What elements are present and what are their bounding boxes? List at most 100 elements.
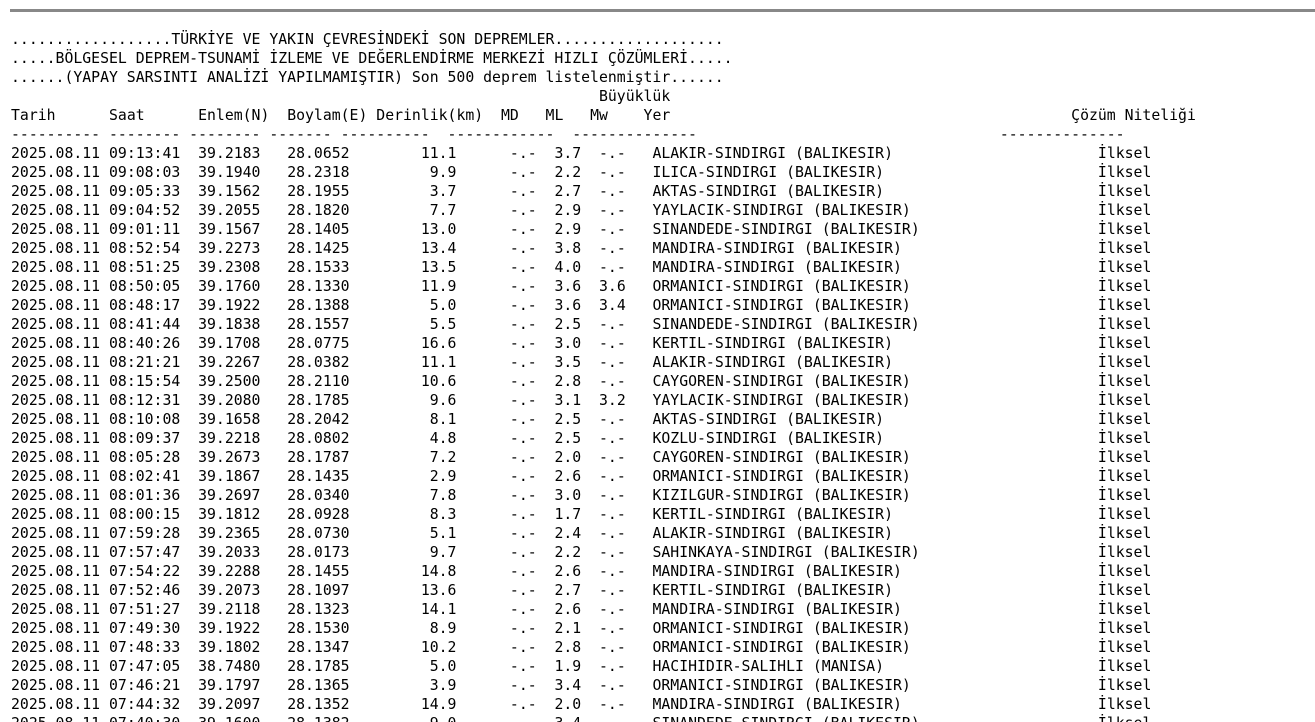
column-header-row: Tarih Saat Enlem(N) Boylam(E) Derinlik(k… (11, 106, 1196, 125)
col-header-depth: Derinlik(km) (376, 107, 501, 124)
quake-date: 2025.08.11 (11, 164, 109, 181)
quake-date: 2025.08.11 (11, 563, 109, 580)
quake-solution: İlksel (1097, 316, 1152, 333)
quake-row: 2025.08.11 09:08:03 39.1940 28.2318 9.9 … (11, 163, 1196, 182)
quake-row: 2025.08.11 07:54:22 39.2288 28.1455 14.8… (11, 562, 1196, 581)
quake-solution: İlksel (1098, 715, 1151, 722)
quake-lon: 28.1382 (287, 715, 376, 722)
quake-time: 07:44:32 (109, 696, 199, 713)
quake-solution: İlksel (1097, 487, 1152, 504)
quake-mw: -.- (599, 411, 653, 428)
quake-depth: 5.0 (376, 297, 510, 314)
quake-lat: 39.1567 (198, 221, 288, 238)
quake-date: 2025.08.11 (11, 145, 109, 162)
quake-place: MANDIRA-SINDIRGI (BALIKESIR) (652, 696, 1098, 713)
quake-solution: İlksel (1097, 696, 1152, 713)
quake-date: 2025.08.11 (11, 487, 109, 504)
quake-solution: İlksel (1097, 658, 1152, 675)
quake-lon: 28.1388 (287, 297, 377, 314)
quake-md: -.- (509, 221, 555, 238)
quake-md: -.- (509, 373, 555, 390)
quake-time: 08:01:36 (109, 487, 199, 504)
quake-depth: 7.7 (376, 202, 510, 219)
quake-ml: 2.5 (554, 430, 600, 447)
column-underline-row: ---------- -------- -------- ------- ---… (11, 126, 1125, 143)
quake-date: 2025.08.11 (11, 354, 109, 371)
quake-row: 2025.08.11 07:47:05 38.7480 28.1785 5.0 … (11, 657, 1196, 676)
quake-time: 09:04:52 (109, 202, 199, 219)
quake-depth: 9.7 (376, 544, 510, 561)
quake-mw: 3.2 (599, 392, 653, 409)
quake-place: ORMANICI-SINDIRGI (BALIKESIR) (652, 639, 1098, 656)
quake-lat: 39.1708 (198, 335, 288, 352)
quake-solution: İlksel (1097, 297, 1152, 314)
quake-depth: 14.9 (376, 696, 510, 713)
quake-lat: 39.1940 (198, 164, 288, 181)
col-header-place: Yer (643, 107, 1072, 124)
quake-date: 2025.08.11 (11, 392, 109, 409)
quake-depth: 9.6 (376, 392, 510, 409)
quake-lat: 39.1867 (198, 468, 288, 485)
quake-lon: 28.1425 (287, 240, 377, 257)
quake-solution: İlksel (1097, 601, 1152, 618)
quake-depth: 7.2 (376, 449, 510, 466)
quake-date: 2025.08.11 (11, 677, 109, 694)
quake-lat: 39.2055 (198, 202, 288, 219)
quake-solution: İlksel (1097, 335, 1152, 352)
quake-mw: -.- (599, 601, 653, 618)
quake-depth: 7.8 (376, 487, 510, 504)
quake-mw: -.- (599, 639, 653, 656)
quake-ml: 3.6 (554, 297, 600, 314)
quake-date: 2025.08.11 (11, 202, 109, 219)
quake-row: 2025.08.11 09:13:41 39.2183 28.0652 11.1… (11, 144, 1196, 163)
quake-lon: 28.1787 (287, 449, 377, 466)
page: ..................TÜRKİYE VE YAKIN ÇEVRE… (0, 0, 1315, 722)
quake-time: 08:48:17 (109, 297, 199, 314)
quake-time: 07:54:22 (109, 563, 199, 580)
quake-depth: 5.0 (376, 658, 510, 675)
quake-mw: -.- (599, 715, 652, 722)
quake-lat: 39.2183 (198, 145, 288, 162)
quake-ml: 1.9 (554, 658, 600, 675)
quake-lat: 39.1760 (198, 278, 288, 295)
quake-mw: -.- (599, 658, 653, 675)
quake-lat: 39.1658 (198, 411, 288, 428)
quake-md: -.- (509, 259, 555, 276)
quake-date: 2025.08.11 (11, 658, 109, 675)
quake-solution: İlksel (1097, 582, 1152, 599)
quake-ml: 3.0 (554, 487, 600, 504)
quake-ml: 3.6 (554, 278, 600, 295)
quake-ml: 2.6 (554, 601, 600, 618)
quake-md: -.- (509, 506, 555, 523)
quake-lon: 28.1405 (287, 221, 377, 238)
quake-time: 07:46:21 (109, 677, 199, 694)
quake-date: 2025.08.11 (11, 620, 109, 637)
quake-time: 09:01:11 (109, 221, 199, 238)
quake-time: 07:40:30 (109, 715, 198, 722)
quake-solution: İlksel (1097, 677, 1152, 694)
quake-md: -.- (509, 677, 555, 694)
quake-md: -.- (509, 544, 555, 561)
quake-lon: 28.0652 (287, 145, 377, 162)
quake-place: KOZLU-SINDIRGI (BALIKESIR) (652, 430, 1098, 447)
quake-depth: 8.3 (376, 506, 510, 523)
quake-place: ORMANICI-SINDIRGI (BALIKESIR) (652, 278, 1098, 295)
quake-place: ALAKIR-SINDIRGI (BALIKESIR) (652, 145, 1098, 162)
quake-lon: 28.1820 (287, 202, 377, 219)
quake-time: 08:21:21 (109, 354, 199, 371)
top-horizontal-rule (10, 9, 1315, 12)
quake-depth: 13.4 (376, 240, 510, 257)
quake-md: -.- (509, 145, 555, 162)
quake-place: ALAKIR-SINDIRGI (BALIKESIR) (652, 354, 1098, 371)
quake-row: 2025.08.11 08:21:21 39.2267 28.0382 11.1… (11, 353, 1196, 372)
quake-row: 2025.08.11 08:00:15 39.1812 28.0928 8.3 … (11, 505, 1196, 524)
quake-date: 2025.08.11 (11, 715, 109, 722)
quake-lon: 28.2110 (287, 373, 377, 390)
quake-mw: -.- (599, 430, 653, 447)
quake-ml: 2.5 (554, 316, 600, 333)
quake-place: SINANDEDE-SINDIRGI (BALIKESIR) (652, 316, 1098, 333)
quake-mw: -.- (599, 506, 653, 523)
quake-lat: 39.1600 (198, 715, 287, 722)
quake-place: ILICA-SINDIRGI (BALIKESIR) (652, 164, 1098, 181)
quake-lon: 28.1347 (287, 639, 377, 656)
